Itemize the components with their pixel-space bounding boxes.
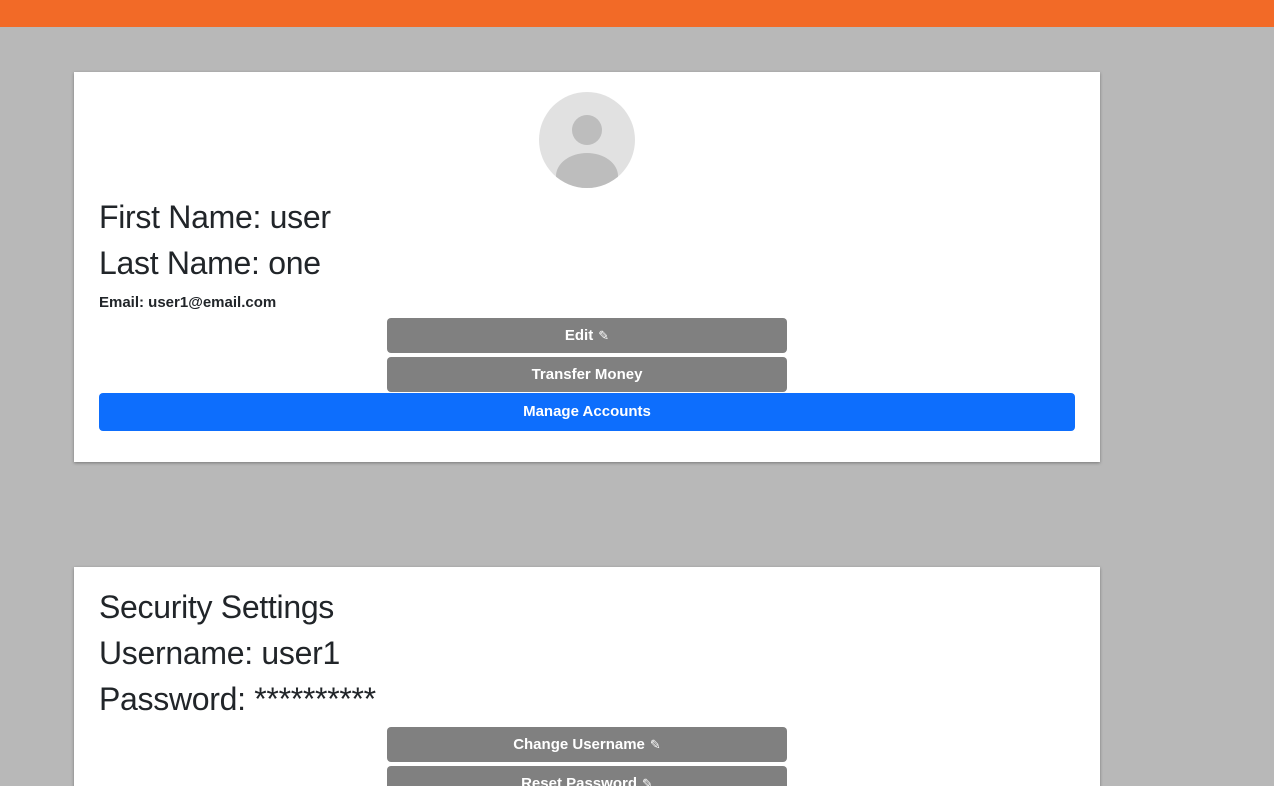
top-navbar: [0, 0, 1274, 27]
edit-profile-button[interactable]: Edit ✎: [387, 318, 787, 353]
avatar-head-shape: [572, 115, 602, 145]
transfer-button-label: Transfer Money: [531, 366, 643, 383]
pencil-icon: ✎: [641, 776, 653, 786]
last-name-text: Last Name: one: [99, 245, 321, 281]
avatar: [539, 92, 635, 188]
security-settings-title: Security Settings: [99, 589, 335, 625]
app-viewport: First Name: user Last Name: one Email: u…: [0, 0, 1274, 786]
profile-card: First Name: user Last Name: one Email: u…: [74, 72, 1100, 462]
avatar-body-shape: [556, 153, 618, 188]
change-username-label: Change Username: [513, 736, 645, 753]
password-text: Password: **********: [99, 681, 376, 717]
edit-button-label: Edit: [564, 327, 594, 344]
reset-password-button[interactable]: Reset Password ✎: [387, 766, 787, 786]
change-username-button[interactable]: Change Username ✎: [387, 727, 787, 762]
manage-accounts-label: Manage Accounts: [523, 403, 651, 420]
first-name-text: First Name: user: [99, 199, 331, 235]
security-settings-card: Security Settings Username: user1 Passwo…: [74, 567, 1100, 786]
email-text: Email: user1@email.com: [99, 294, 277, 311]
username-text: Username: user1: [99, 635, 340, 671]
reset-password-label: Reset Password: [521, 775, 637, 786]
manage-accounts-button[interactable]: Manage Accounts: [99, 393, 1075, 431]
bottom-strip: [0, 786, 1274, 797]
pencil-icon: ✎: [598, 328, 610, 343]
pencil-icon: ✎: [649, 737, 661, 752]
transfer-money-button[interactable]: Transfer Money: [387, 357, 787, 392]
